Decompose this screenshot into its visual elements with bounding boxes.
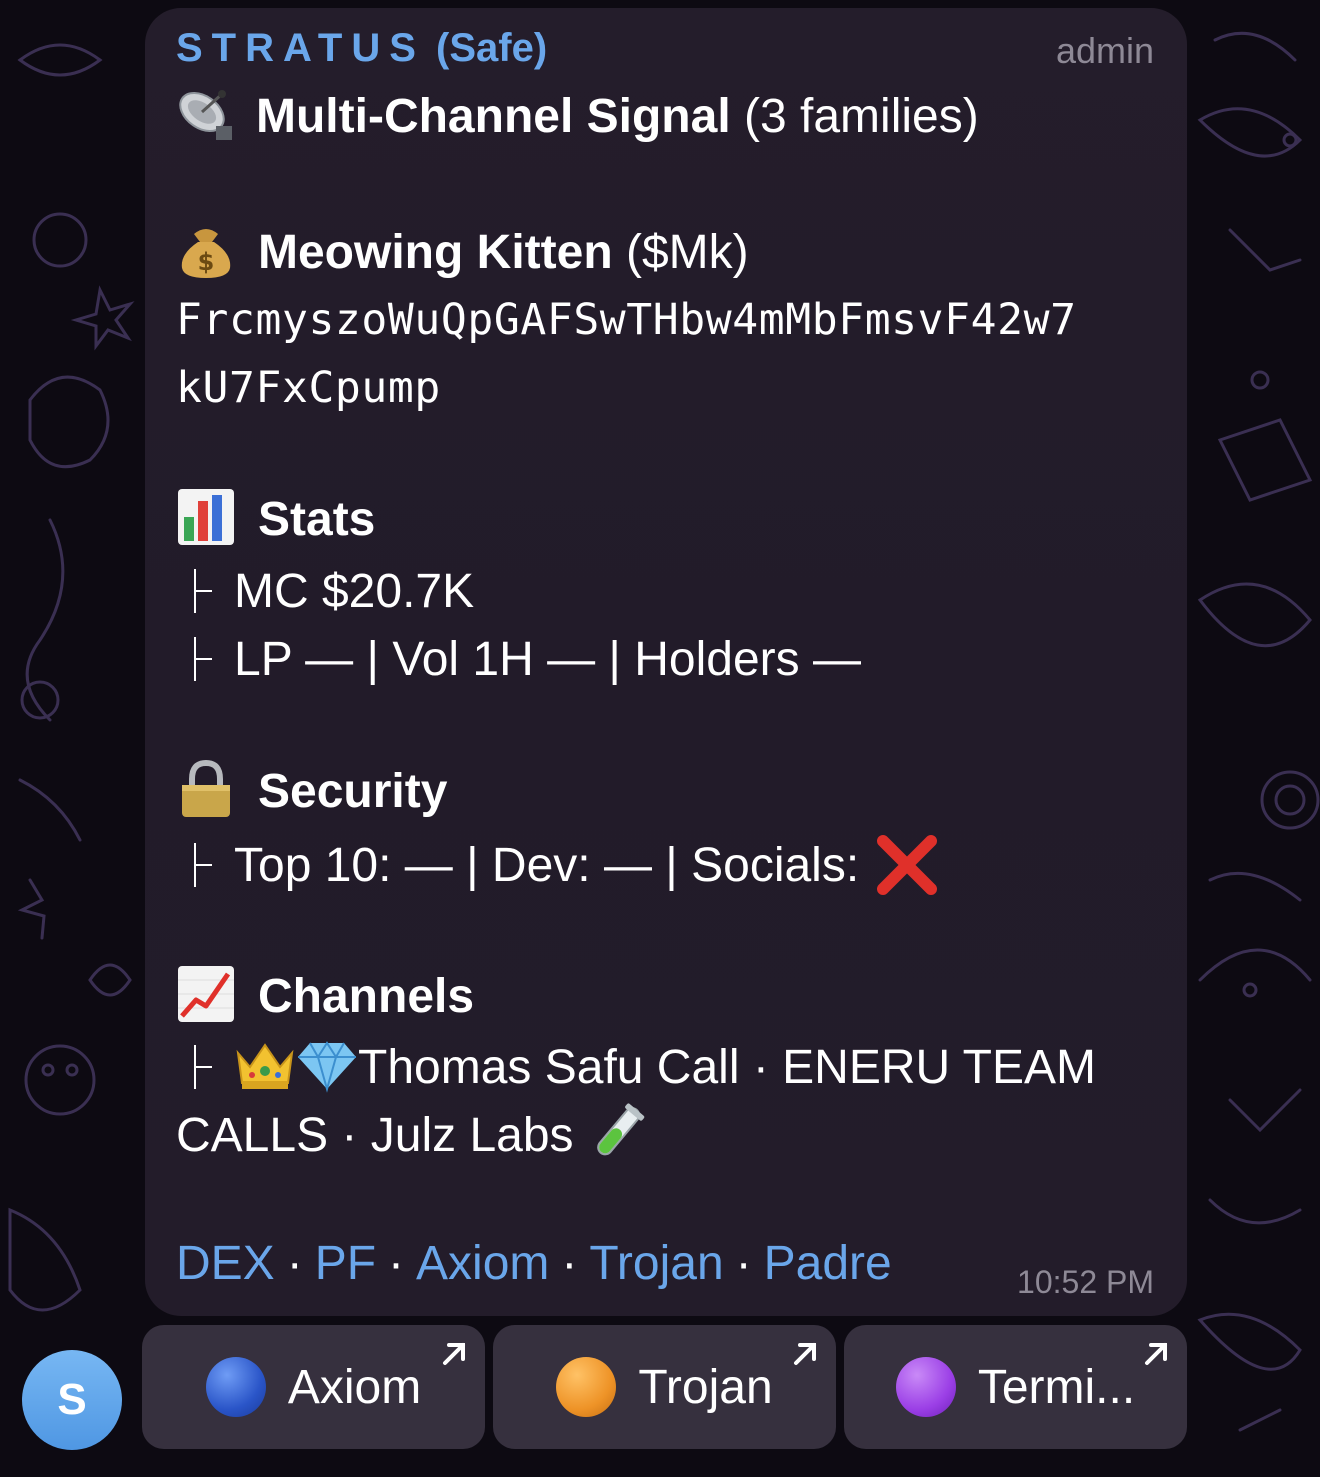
external-link-arrow-icon: [443, 1343, 465, 1365]
security-header: Security: [176, 759, 447, 820]
stats-liquidity: LP — | Vol 1H — | Holders —: [176, 632, 861, 688]
channels-line1: Thomas Safu Call · ENERU TEAM: [176, 1033, 1096, 1096]
link-padre[interactable]: Padre: [764, 1237, 892, 1290]
bar-chart-icon: [176, 487, 236, 547]
tree-branch-icon: [188, 843, 214, 887]
contract-address-line1[interactable]: FrcmyszoWuQpGAFSwTHbw4mMbFmsvF42w7: [176, 286, 1077, 354]
chart-increasing-icon: [176, 964, 236, 1024]
tree-branch-icon: [188, 637, 214, 681]
stats-market-cap: MC $20.7K: [176, 564, 474, 620]
tree-branch-icon: [188, 569, 214, 613]
test-tube-icon: [587, 1101, 649, 1163]
inline-button-axiom[interactable]: Axiom: [142, 1325, 485, 1449]
message-timestamp: 10:52 PM: [1017, 1264, 1154, 1300]
message-bubble: STRATUS (Safe) admin Multi-Channel Signa…: [145, 8, 1187, 1316]
satellite-antenna-icon: [176, 84, 236, 144]
link-pf[interactable]: PF: [315, 1237, 376, 1290]
crown-icon: [234, 1033, 296, 1095]
purple-circle-icon: [895, 1357, 956, 1417]
external-link-arrow-icon: [794, 1343, 816, 1365]
tree-branch-icon: [188, 1045, 214, 1089]
link-axiom[interactable]: Axiom: [416, 1237, 549, 1290]
signal-header: Multi-Channel Signal (3 families): [176, 84, 979, 145]
stats-header: Stats: [176, 487, 375, 548]
link-dex[interactable]: DEX: [176, 1237, 275, 1290]
money-bag-icon: $: [176, 220, 236, 280]
inline-button-terminal[interactable]: Termi...: [844, 1325, 1187, 1449]
gem-icon: [296, 1033, 358, 1095]
lock-icon: [176, 759, 236, 819]
sender-avatar[interactable]: S: [22, 1350, 122, 1450]
channels-header: Channels: [176, 964, 474, 1025]
admin-badge: admin: [1055, 30, 1154, 71]
orange-circle-icon: [556, 1357, 617, 1417]
external-link-arrow-icon: [1145, 1343, 1167, 1365]
sender-name[interactable]: STRATUS (Safe): [176, 26, 547, 71]
inline-button-trojan[interactable]: Trojan: [493, 1325, 836, 1449]
cross-mark-icon: [877, 835, 938, 895]
contract-address-line2[interactable]: kU7FxCpump: [176, 354, 441, 422]
channels-line2: CALLS · Julz Labs: [176, 1101, 649, 1164]
security-details: Top 10: — | Dev: — | Socials:: [176, 835, 938, 895]
quick-links-row: DEX · PF · Axiom · Trojan · Padre: [176, 1237, 892, 1290]
blue-circle-icon: [205, 1357, 266, 1417]
svg-text:$: $: [198, 248, 215, 276]
link-trojan[interactable]: Trojan: [589, 1237, 723, 1290]
token-header: $ Meowing Kitten ($Mk): [176, 220, 749, 281]
